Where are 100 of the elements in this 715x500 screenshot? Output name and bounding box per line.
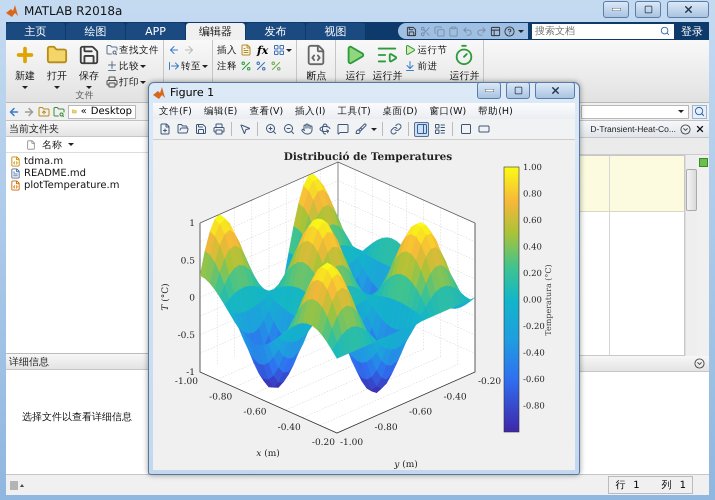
colorbar-tick-label: -0.80 <box>523 402 545 412</box>
ribbon-tab[interactable]: 发布 <box>246 23 305 40</box>
open-button[interactable]: 打开 <box>42 42 72 89</box>
scrollbar[interactable] <box>685 155 697 356</box>
save-icon <box>406 26 417 36</box>
data-tip-button[interactable] <box>335 122 350 137</box>
ribbon-tab[interactable]: 主页 <box>6 23 65 40</box>
undo-icon <box>462 26 473 36</box>
link-button[interactable] <box>388 122 403 137</box>
maximize-button[interactable] <box>635 0 661 18</box>
zoom-in-button[interactable] <box>263 122 278 137</box>
line-number: 1 <box>633 480 640 490</box>
menu-item[interactable]: 插入(I) <box>295 104 326 118</box>
login-button[interactable]: 登录 <box>675 24 709 38</box>
back-button[interactable] <box>8 106 20 118</box>
function-button[interactable]: fx <box>255 44 270 56</box>
percent-icon <box>240 60 252 72</box>
minimize-button[interactable] <box>603 0 629 18</box>
search-button[interactable] <box>692 104 707 118</box>
path-separator: « <box>80 106 87 117</box>
breakpoint-button[interactable]: 断点 <box>301 42 332 83</box>
dropdown-button[interactable] <box>680 124 691 134</box>
menu-item[interactable]: 桌面(D) <box>382 104 418 118</box>
search-icon <box>660 26 670 36</box>
advance-button[interactable]: 前进 <box>404 58 438 74</box>
file-name[interactable]: tdma.m <box>24 156 64 166</box>
close-button[interactable] <box>695 124 705 134</box>
save-button[interactable] <box>193 122 208 137</box>
rotate-button[interactable] <box>317 122 332 137</box>
run-advance-button[interactable]: 运行并 <box>372 42 402 83</box>
editor-tab[interactable]: D-Transient-Heat-Co... <box>590 124 676 134</box>
new-button[interactable]: 新建 <box>10 42 40 89</box>
hand-button[interactable] <box>299 122 314 137</box>
menu-item[interactable]: 帮助(H) <box>478 104 513 118</box>
z-tick-label: -0.5 <box>178 330 195 341</box>
close-button[interactable] <box>667 0 709 18</box>
menu-item[interactable]: 查看(V) <box>249 104 284 118</box>
brush-button[interactable] <box>353 122 368 137</box>
run-button[interactable]: 运行 <box>340 42 370 83</box>
panel-title: 详细信息 <box>9 356 49 368</box>
legend-button[interactable] <box>432 122 447 137</box>
folder-search-icon <box>53 106 65 118</box>
search-button[interactable] <box>660 24 674 38</box>
column-header[interactable]: 名称 <box>42 138 62 152</box>
compare-icon <box>106 60 118 72</box>
goto-button[interactable]: 转至 <box>168 58 208 74</box>
browse-button[interactable] <box>53 106 65 118</box>
ribbon-tab[interactable]: APP <box>126 23 185 40</box>
x-axis-label: x (m) <box>256 449 280 460</box>
menu-item[interactable]: 文件(F) <box>159 104 192 118</box>
panel-title: 当前文件夹 <box>9 122 59 136</box>
ribbon-tab[interactable]: 视图 <box>306 23 365 40</box>
column-label: 列 <box>662 479 672 492</box>
colorbar-label: Temperatura (°C) <box>544 264 553 336</box>
close-button[interactable] <box>535 82 575 100</box>
printer-icon <box>212 123 224 136</box>
y-tick-label: -0.60 <box>409 408 432 418</box>
chart-button[interactable] <box>273 42 292 58</box>
grip-icon <box>10 480 24 490</box>
file-name[interactable]: README.md <box>24 168 86 178</box>
printer-button[interactable] <box>211 122 226 137</box>
file-name[interactable]: plotTemperature.m <box>24 180 120 190</box>
run-time-button[interactable]: 运行并 <box>449 42 480 83</box>
save-button[interactable] <box>406 26 417 36</box>
save-button[interactable]: 保存 <box>74 42 104 89</box>
colorbar-button[interactable] <box>414 122 429 137</box>
maximize-button[interactable] <box>506 82 530 100</box>
run-section-button[interactable]: 运行节 <box>404 42 448 58</box>
menu-item[interactable]: 窗口(W) <box>429 104 466 118</box>
help-button[interactable] <box>504 26 515 36</box>
compare-button[interactable]: 比较 <box>106 58 146 74</box>
legend-icon <box>434 123 446 136</box>
layout-button[interactable] <box>490 26 501 36</box>
document-icon <box>240 44 252 56</box>
x-tick-label: -0.60 <box>243 408 266 418</box>
percent-icon <box>270 60 282 72</box>
print-button[interactable]: 打印 <box>106 74 146 90</box>
find-button[interactable]: 查找文件 <box>106 42 159 58</box>
back-arrow-icon <box>8 106 20 118</box>
zoom-out-button[interactable] <box>281 122 296 137</box>
menu-item[interactable]: 编辑(E) <box>204 104 238 118</box>
play-icon <box>404 44 416 56</box>
search-field[interactable]: 搜索文档 <box>532 24 660 38</box>
z-tick-label: -1 <box>186 368 195 378</box>
path-field[interactable]: « Desktop <box>68 104 136 118</box>
ribbon-tab[interactable]: 编辑器 <box>186 23 245 40</box>
minimize-button[interactable] <box>477 82 501 100</box>
arrow-icon <box>168 60 180 72</box>
colorbar-tick-label: -0.60 <box>523 375 545 386</box>
square-button[interactable] <box>458 122 473 137</box>
close-icon <box>550 85 560 96</box>
colorbar-tick-label: 0.80 <box>523 190 542 200</box>
section-button[interactable] <box>240 42 252 58</box>
rotate-icon <box>318 123 330 136</box>
down-arrow-icon <box>404 60 416 72</box>
ribbon-tab[interactable]: 绘图 <box>66 23 125 40</box>
dropdown-button[interactable] <box>694 358 705 369</box>
up-folder-button[interactable] <box>38 106 50 118</box>
close-icon <box>682 4 694 14</box>
menu-item[interactable]: 工具(T) <box>337 104 371 118</box>
